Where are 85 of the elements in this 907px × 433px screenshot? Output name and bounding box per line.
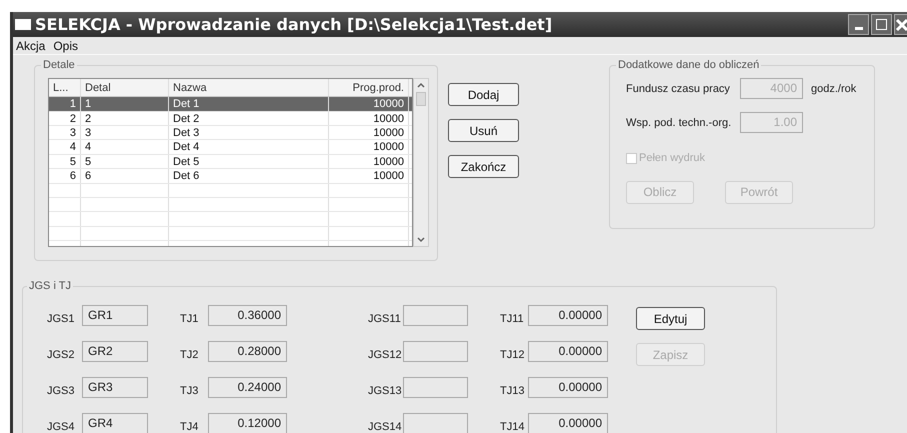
input-field[interactable] bbox=[403, 341, 468, 362]
table-cell: Det 3 bbox=[169, 126, 329, 140]
table-cell: Det 2 bbox=[169, 112, 329, 126]
menu-item[interactable]: Opis bbox=[53, 36, 78, 55]
table-cell: 5 bbox=[49, 154, 81, 168]
table-cell: 10000 bbox=[329, 169, 409, 183]
checkbox-label: Pełen wydruk bbox=[639, 151, 706, 166]
input-field[interactable] bbox=[403, 413, 468, 433]
button[interactable]: Zakończ bbox=[448, 155, 519, 178]
field-label: JGS4 bbox=[47, 420, 76, 433]
close-icon[interactable] bbox=[894, 14, 907, 36]
button[interactable]: Dodaj bbox=[448, 83, 519, 106]
input-field[interactable]: 0.00000 bbox=[528, 413, 608, 433]
table-cell: 10000 bbox=[329, 140, 409, 154]
table-cell: 6 bbox=[49, 169, 81, 183]
field-label: TJ12 bbox=[500, 348, 526, 363]
scroll-thumb[interactable] bbox=[416, 92, 426, 106]
field-label: TJ14 bbox=[500, 420, 526, 433]
table-cell: 2 bbox=[81, 112, 169, 126]
field-label: TJ4 bbox=[180, 420, 200, 433]
table-cell: 5 bbox=[81, 154, 169, 168]
input-field[interactable]: 0.28000 bbox=[208, 341, 287, 362]
table-cell: 1 bbox=[81, 97, 169, 111]
minimize-icon[interactable] bbox=[848, 14, 869, 36]
table-cell: 10000 bbox=[329, 97, 409, 111]
table-cell: Det 5 bbox=[169, 154, 329, 168]
input-field[interactable]: 0.00000 bbox=[528, 341, 608, 362]
field-label: JGS3 bbox=[47, 384, 76, 399]
field-label: JGS13 bbox=[368, 384, 403, 399]
window-title: SELEKCJA - Wprowadzanie danych [D:\Selekcja1\Test.det] bbox=[35, 14, 552, 36]
table-cell: Det 4 bbox=[169, 140, 329, 154]
column-header[interactable]: Prog.prod. bbox=[329, 79, 409, 96]
table-cell: 10000 bbox=[329, 126, 409, 140]
field-label: Fundusz czasu pracy bbox=[626, 82, 731, 97]
field-label: JGS1 bbox=[47, 312, 76, 327]
field-label: JGS12 bbox=[368, 348, 403, 363]
table-cell: 10000 bbox=[329, 112, 409, 126]
table-cell: 4 bbox=[49, 140, 81, 154]
input-field[interactable]: GR4 bbox=[82, 413, 148, 433]
table-cell: Det 1 bbox=[169, 97, 329, 111]
table-cell: Det 6 bbox=[169, 169, 329, 183]
input-field[interactable]: 0.00000 bbox=[528, 305, 608, 326]
button[interactable]: Usuń bbox=[448, 119, 519, 142]
table-cell: 1 bbox=[49, 97, 81, 111]
input-field[interactable]: GR3 bbox=[82, 377, 148, 398]
input-field[interactable]: 0.36000 bbox=[208, 305, 287, 326]
column-header[interactable]: L... bbox=[49, 79, 81, 96]
scroll-up-icon[interactable] bbox=[416, 81, 426, 90]
column-header[interactable]: Detal bbox=[81, 79, 169, 96]
field-label: TJ1 bbox=[180, 312, 200, 327]
input-field[interactable]: 0.12000 bbox=[208, 413, 287, 433]
input-field[interactable]: 0.00000 bbox=[528, 377, 608, 398]
field-label: TJ13 bbox=[500, 384, 526, 399]
unit-label: godz./rok bbox=[811, 82, 856, 97]
field-label: JGS2 bbox=[47, 348, 76, 363]
table-cell: 2 bbox=[49, 112, 81, 126]
input-field[interactable] bbox=[403, 377, 468, 398]
field-label: JGS14 bbox=[368, 420, 403, 433]
table-row[interactable]: 5 5 Det 5 10000 bbox=[49, 154, 412, 170]
column-header[interactable]: Nazwa bbox=[169, 79, 329, 96]
table-row[interactable]: 4 4 Det 4 10000 bbox=[49, 140, 412, 155]
maximize-icon[interactable] bbox=[871, 14, 892, 36]
table-row[interactable]: 2 2 Det 2 10000 bbox=[49, 112, 412, 126]
field-label: Wsp. pod. techn.-org. bbox=[626, 116, 732, 131]
table-cell: 3 bbox=[81, 126, 169, 140]
field-label: JGS11 bbox=[368, 312, 402, 327]
table-cell: 10000 bbox=[329, 154, 409, 168]
field-label: TJ11 bbox=[500, 312, 525, 327]
scroll-down-icon[interactable] bbox=[416, 236, 426, 244]
input-field[interactable]: GR2 bbox=[82, 341, 148, 362]
table-row[interactable]: 1 1 Det 1 10000 bbox=[49, 97, 412, 112]
input-field[interactable]: GR1 bbox=[82, 305, 148, 326]
table-row[interactable]: 3 3 Det 3 10000 bbox=[49, 126, 412, 140]
scrollbar[interactable] bbox=[413, 78, 429, 248]
field-label: TJ2 bbox=[180, 348, 200, 363]
menu-item[interactable]: Akcja bbox=[16, 36, 46, 55]
input-field[interactable]: 0.24000 bbox=[208, 377, 287, 398]
window-icon bbox=[15, 19, 31, 30]
button[interactable]: Edytuj bbox=[636, 307, 705, 330]
table-row[interactable]: 6 6 Det 6 10000 bbox=[49, 169, 412, 184]
input-field[interactable] bbox=[403, 305, 468, 326]
table-cell: 4 bbox=[81, 140, 169, 154]
table-cell: 6 bbox=[81, 169, 169, 183]
table-cell: 3 bbox=[49, 126, 81, 140]
field-label: TJ3 bbox=[180, 384, 200, 399]
